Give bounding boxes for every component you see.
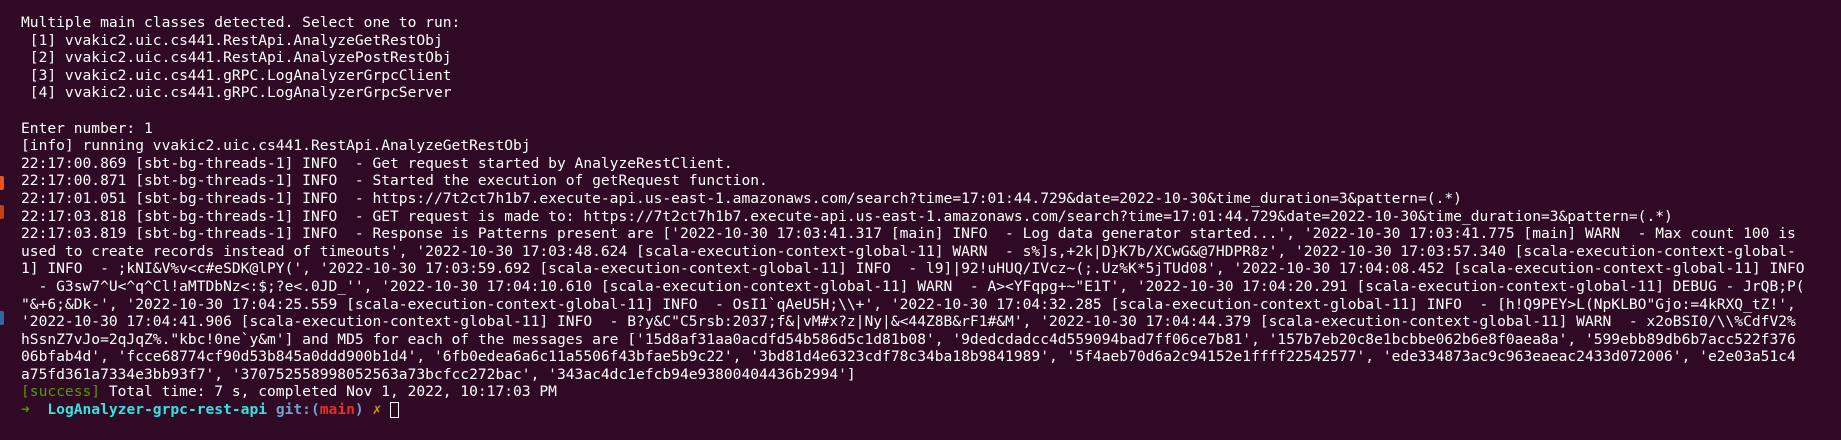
prompt-git-close: )	[354, 401, 364, 419]
log-line: 22:17:00.871 [sbt-bg-threads-1] INFO - S…	[21, 172, 768, 190]
log-line: 22:17:03.818 [sbt-bg-threads-1] INFO - G…	[21, 207, 1673, 225]
dock-edge	[0, 0, 4, 440]
prompt-dirty-icon: ✗	[372, 401, 382, 419]
terminal-cursor[interactable]	[390, 401, 400, 418]
log-line: '2022-10-30 17:04:41.906 [scala-executio…	[21, 313, 1796, 331]
prompt-branch: main	[319, 401, 355, 419]
log-line: a75fd361a7334e3bb93f7', '370752558998052…	[21, 365, 856, 383]
dock-mark	[0, 205, 4, 219]
terminal-header-line: Multiple main classes detected. Select o…	[21, 14, 461, 31]
success-text: Total time: 7 s, completed Nov 1, 2022, …	[100, 383, 557, 401]
prompt-directory: LogAnalyzer-grpc-rest-api	[47, 401, 268, 419]
dock-mark	[0, 176, 4, 190]
main-class-option: [2] vvakic2.uic.cs441.RestApi.AnalyzePos…	[21, 49, 452, 67]
log-line: "&+6;&Dk-', '2022-10-30 17:04:25.559 [sc…	[21, 295, 1796, 313]
log-line: 1] INFO - ;kNI&V%v<c#eSDK@lPY(', '2022-1…	[21, 260, 1805, 278]
prompt-git-label: git:(	[275, 401, 320, 419]
log-line: hSsnZ7vJo=2qJqZ%."kbc!0ne`y&m'] and MD5 …	[21, 330, 1796, 348]
log-line: 22:17:03.819 [sbt-bg-threads-1] INFO - R…	[21, 225, 1796, 243]
running-info-line: [info] running vvakic2.uic.cs441.RestApi…	[21, 137, 531, 155]
terminal-window[interactable]: Multiple main classes detected. Select o…	[0, 0, 1841, 440]
main-class-option: [1] vvakic2.uic.cs441.RestApi.AnalyzeGet…	[21, 31, 443, 49]
log-line: 22:17:00.869 [sbt-bg-threads-1] INFO - G…	[21, 154, 733, 172]
main-class-option: [3] vvakic2.uic.cs441.gRPC.LogAnalyzerGr…	[21, 66, 452, 84]
success-line: [success] Total time: 7 s, completed Nov…	[21, 383, 1841, 401]
log-line: used to create records instead of timeou…	[21, 242, 1796, 260]
main-class-option: [4] vvakic2.uic.cs441.gRPC.LogAnalyzerGr…	[21, 84, 452, 102]
dock-mark	[0, 311, 4, 325]
shell-prompt[interactable]: ➜ LogAnalyzer-grpc-rest-api git:(main) ✗	[21, 401, 1841, 419]
enter-number-line: Enter number: 1	[21, 119, 153, 137]
log-line: - G3sw7^U<^q^Cl!aMTDbNz<:$;?e<.0JD_'', '…	[21, 277, 1805, 295]
log-line: 22:17:01.051 [sbt-bg-threads-1] INFO - h…	[21, 189, 1462, 207]
prompt-arrow-icon: ➜	[21, 401, 30, 419]
log-line: 06bfab4d', 'fcce68774cf90d53b845a0ddd900…	[21, 348, 1796, 366]
success-tag: [success]	[21, 383, 101, 401]
